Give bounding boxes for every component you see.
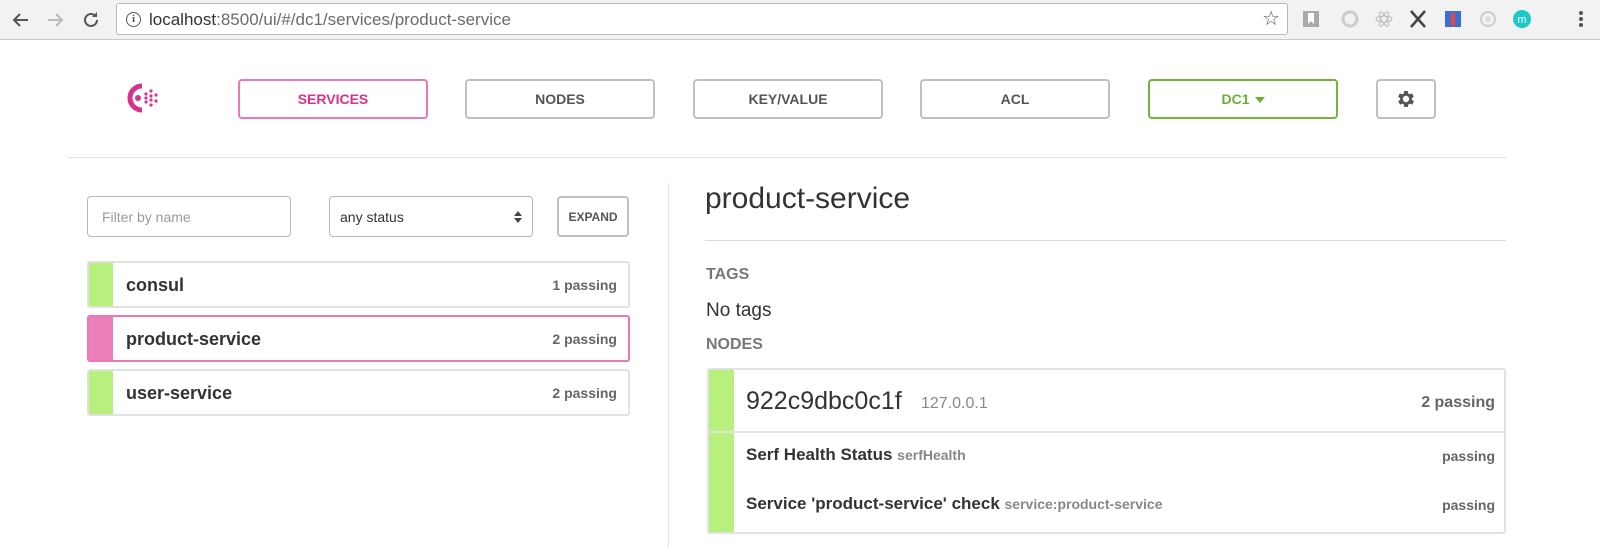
check-id: service:product-service	[1004, 496, 1163, 512]
service-item-user-service[interactable]: user-service 2 passing	[87, 369, 630, 416]
datacenter-dropdown[interactable]: DC1	[1148, 79, 1338, 119]
back-icon[interactable]	[8, 7, 34, 33]
service-passing-count: 2 passing	[552, 385, 617, 401]
settings-button[interactable]	[1376, 79, 1436, 119]
health-indicator	[89, 263, 113, 306]
service-item-product-service[interactable]: product-service 2 passing	[87, 315, 630, 362]
consul-logo-icon[interactable]	[122, 80, 162, 116]
status-filter-value: any status	[340, 208, 404, 225]
address-bar[interactable]: i localhost:8500/ui/#/dc1/services/produ…	[116, 3, 1288, 35]
health-check-row: Serf Health Status serfHealth passing	[746, 445, 1495, 467]
tags-heading: TAGS	[706, 266, 750, 283]
check-name: Service 'product-service' check	[746, 494, 1000, 513]
key-value-tab[interactable]: KEY/VALUE	[693, 79, 883, 119]
service-item-consul[interactable]: consul 1 passing	[87, 261, 630, 308]
health-indicator	[709, 370, 734, 431]
tags-value: No tags	[706, 300, 772, 321]
datacenter-label: DC1	[1221, 91, 1250, 107]
health-indicator	[709, 433, 734, 532]
header-divider	[68, 157, 1506, 158]
health-indicator	[89, 317, 113, 360]
caret-down-icon	[1254, 97, 1265, 103]
browser-menu-icon[interactable]	[1578, 9, 1584, 29]
react-devtools-icon[interactable]	[1374, 9, 1394, 29]
extension-swirl-icon[interactable]	[1340, 9, 1360, 29]
profile-avatar-icon[interactable]: m	[1512, 9, 1532, 29]
info-icon[interactable]: i	[126, 12, 141, 27]
svg-text:m: m	[1517, 14, 1526, 26]
lighthouse-icon[interactable]	[1443, 9, 1463, 29]
node-passing-count: 2 passing	[1421, 394, 1495, 411]
status-filter-select[interactable]: any status	[329, 196, 533, 237]
services-tab[interactable]: SERVICES	[238, 79, 428, 119]
expand-button[interactable]: EXPAND	[557, 196, 629, 237]
browser-toolbar: i localhost:8500/ui/#/dc1/services/produ…	[0, 0, 1600, 40]
check-status: passing	[1442, 448, 1495, 464]
column-divider	[668, 183, 669, 548]
node-address: 127.0.0.1	[921, 395, 988, 412]
service-detail-title: product-service	[705, 182, 911, 215]
bookmark-star-icon[interactable]: ☆	[1262, 8, 1280, 30]
detail-divider	[705, 240, 1506, 241]
service-passing-count: 1 passing	[552, 277, 617, 293]
service-passing-count: 2 passing	[552, 331, 617, 347]
service-name: product-service	[126, 329, 262, 349]
extension-target-icon[interactable]	[1478, 9, 1498, 29]
check-status: passing	[1442, 497, 1495, 513]
address-url: localhost:8500/ui/#/dc1/services/product…	[149, 10, 511, 29]
gear-icon	[1398, 91, 1414, 107]
bookmark-extension-icon[interactable]	[1301, 9, 1321, 29]
health-check-row: Service 'product-service' check service:…	[746, 494, 1495, 516]
check-id: serfHealth	[897, 447, 966, 463]
select-arrows-icon	[514, 210, 522, 223]
nodes-tab[interactable]: NODES	[465, 79, 655, 119]
node-card: 922c9dbc0c1f 127.0.0.1 2 passing Serf He…	[707, 368, 1506, 534]
node-header[interactable]: 922c9dbc0c1f 127.0.0.1 2 passing	[709, 370, 1504, 433]
service-name: user-service	[126, 383, 233, 403]
forward-icon[interactable]	[42, 7, 68, 33]
acl-tab[interactable]: ACL	[920, 79, 1110, 119]
service-name: consul	[126, 275, 185, 295]
node-name[interactable]: 922c9dbc0c1f	[746, 387, 902, 416]
x-extension-icon[interactable]	[1408, 9, 1428, 29]
nodes-heading: NODES	[706, 336, 763, 353]
check-name-group: Serf Health Status serfHealth	[746, 445, 966, 465]
check-name-group: Service 'product-service' check service:…	[746, 494, 1162, 514]
filter-by-name-input[interactable]	[87, 196, 291, 237]
check-name: Serf Health Status	[746, 445, 893, 464]
health-indicator	[89, 371, 113, 414]
health-checks: Serf Health Status serfHealth passing Se…	[709, 433, 1504, 532]
reload-icon[interactable]	[78, 7, 104, 33]
